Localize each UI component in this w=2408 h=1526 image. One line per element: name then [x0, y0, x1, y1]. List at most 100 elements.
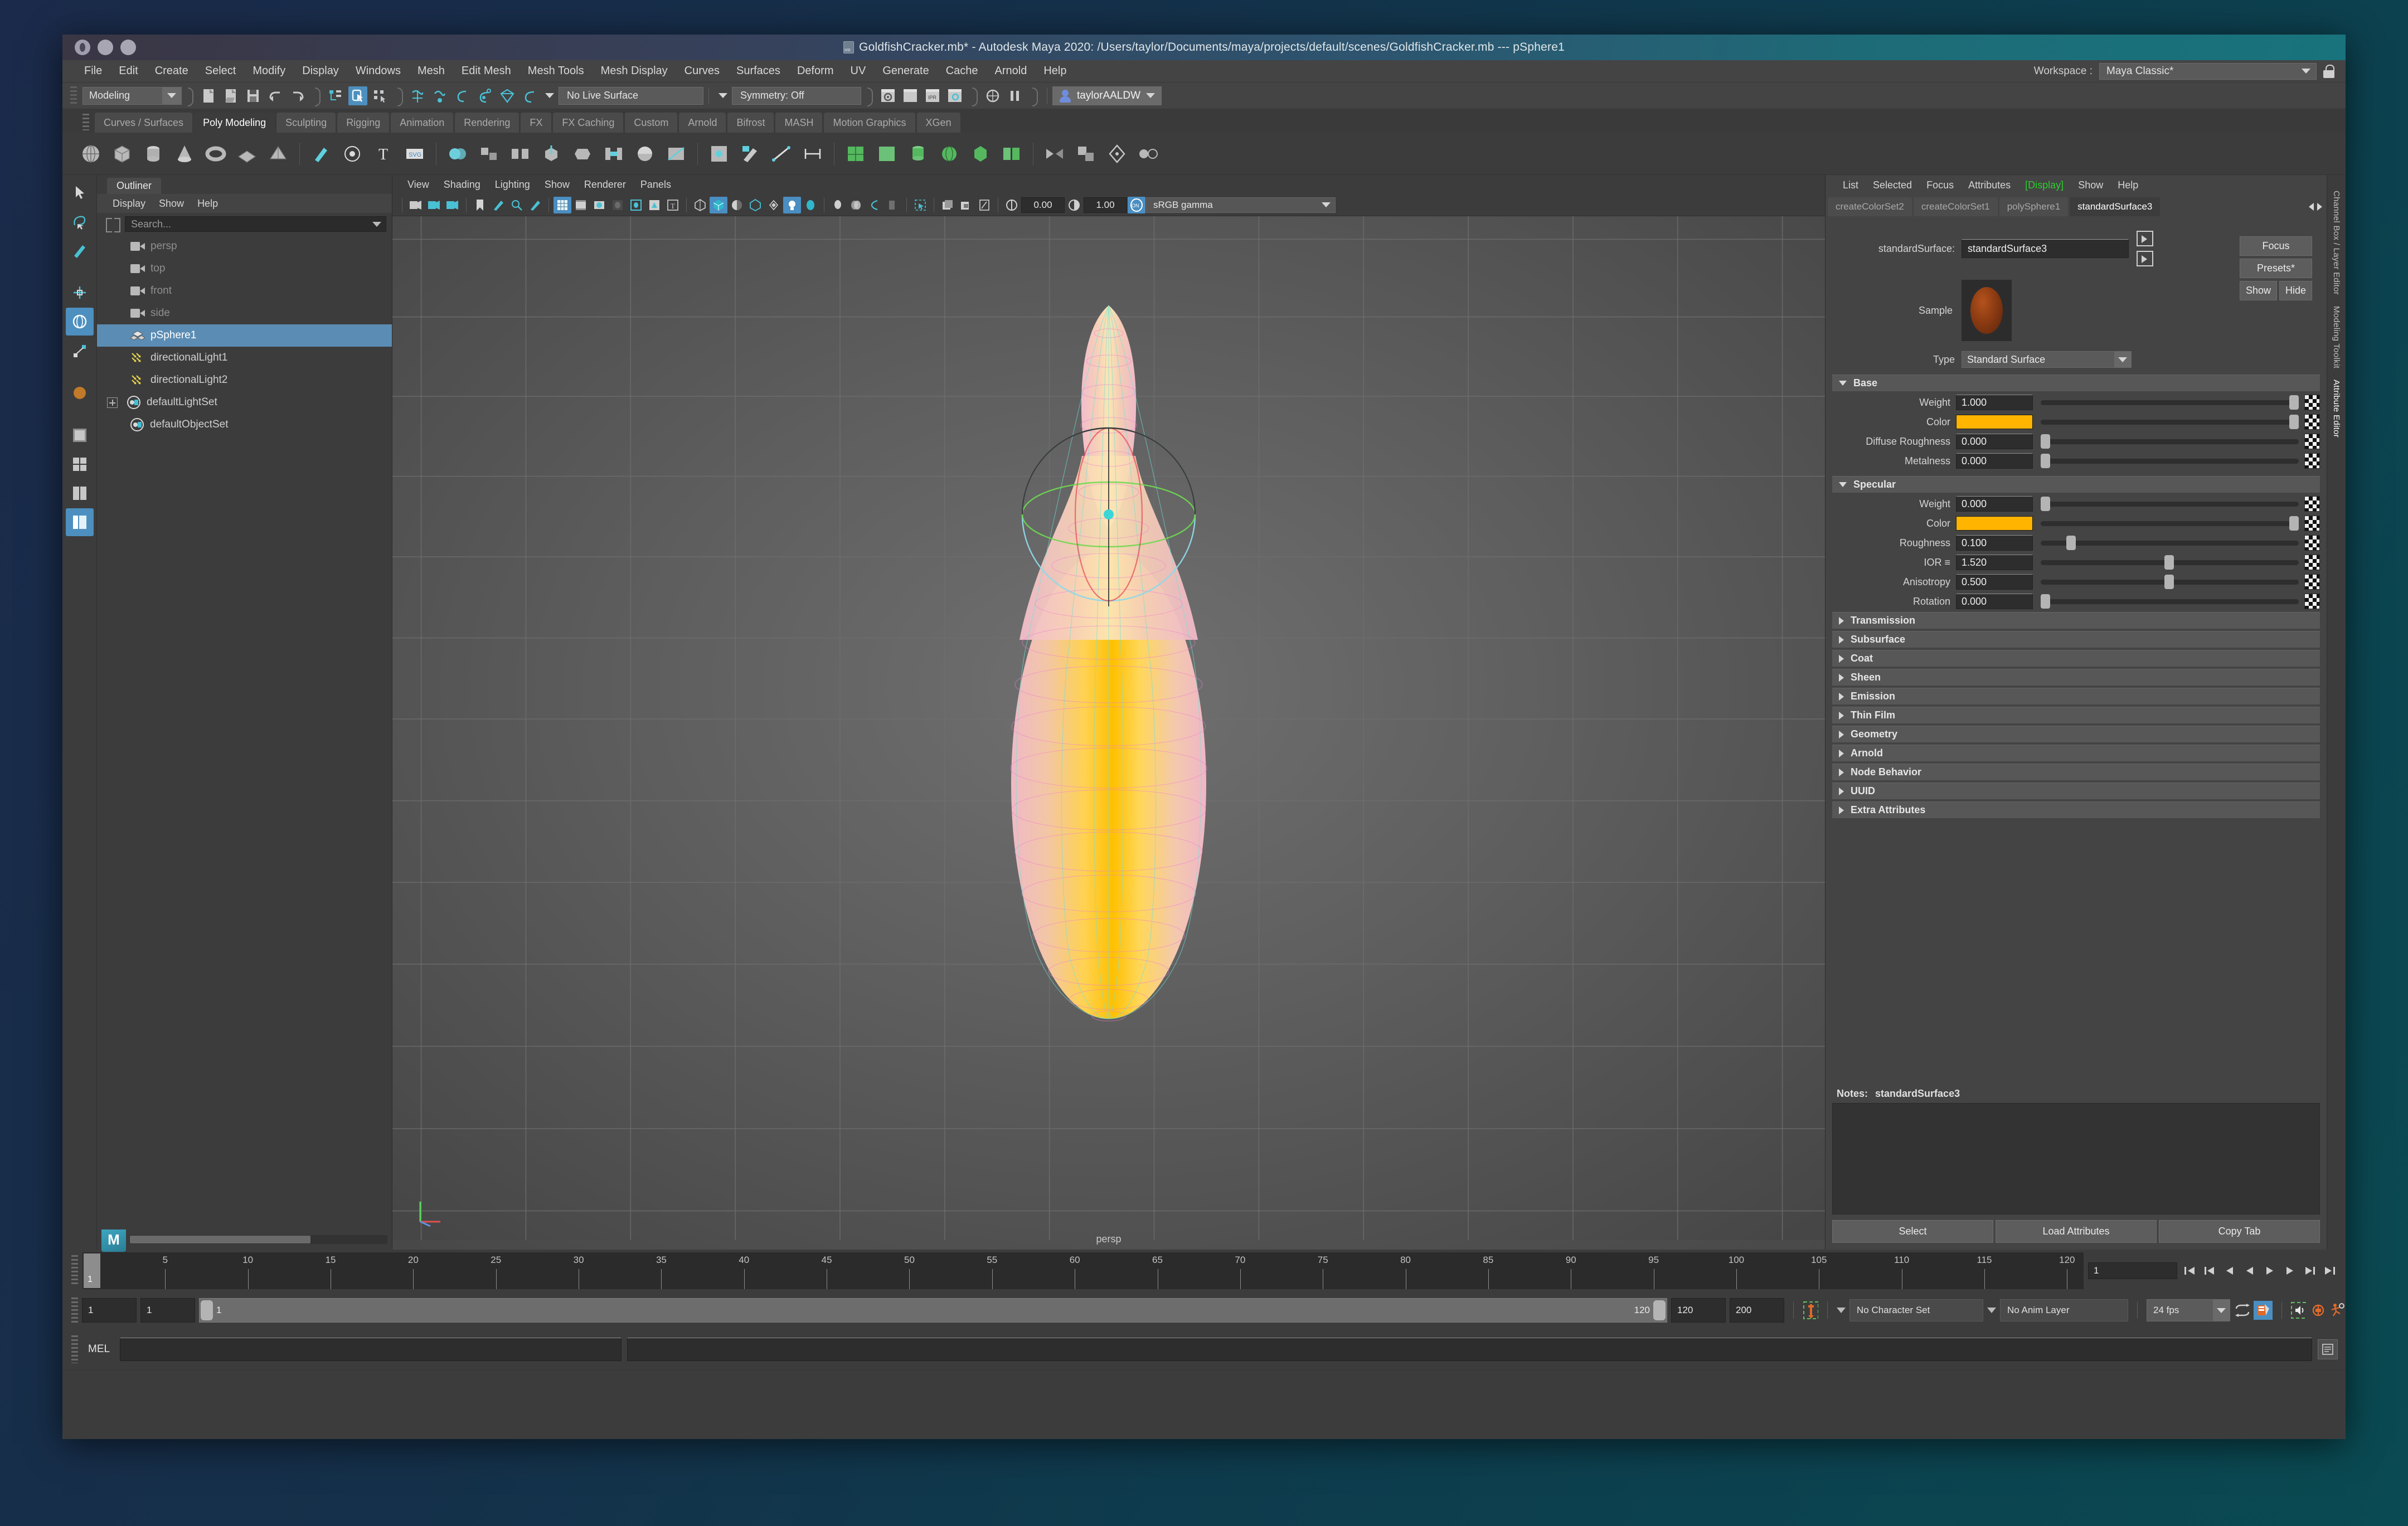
psphere1-mesh-object[interactable]	[953, 294, 1265, 1130]
select-button[interactable]: Select	[1832, 1220, 1993, 1243]
shelf-tab-custom[interactable]: Custom	[625, 113, 678, 133]
uv-editor-icon[interactable]	[842, 140, 870, 168]
focus-button[interactable]: Focus	[2239, 236, 2312, 256]
attr-slider[interactable]	[2041, 536, 2299, 550]
select-camera-icon[interactable]	[407, 197, 425, 213]
section-header-node-behavior[interactable]: Node Behavior	[1832, 764, 2320, 780]
sculpt-tool-icon[interactable]	[307, 140, 335, 168]
new-scene-button[interactable]	[199, 86, 218, 105]
attr-slider[interactable]	[2041, 434, 2299, 449]
lock-camera-icon[interactable]	[425, 197, 443, 213]
viewport-menu-lighting[interactable]: Lighting	[488, 178, 537, 192]
bookmark-icon[interactable]	[471, 197, 489, 213]
attr-slider[interactable]	[2041, 555, 2299, 570]
map-button[interactable]	[2304, 555, 2320, 570]
outliner-persp-layout-button[interactable]	[65, 508, 94, 536]
wireframe-shading-icon[interactable]	[691, 197, 709, 213]
color-swatch[interactable]	[1956, 415, 2033, 429]
live-surface-field[interactable]: No Live Surface	[559, 86, 703, 105]
shelf-tab-fx[interactable]: FX	[521, 113, 552, 133]
snap-to-grid-button[interactable]	[409, 86, 428, 105]
gamma-value[interactable]: 1.00	[1084, 197, 1127, 213]
chevron-right-icon[interactable]	[2317, 203, 2322, 211]
viewport-menu-view[interactable]: View	[400, 178, 436, 192]
gamma-icon[interactable]	[1065, 197, 1083, 213]
image-plane-icon[interactable]	[489, 197, 507, 213]
ae-menu-selected[interactable]: Selected	[1866, 178, 1919, 192]
multisample-aa-icon[interactable]	[866, 197, 883, 213]
shelf-tab-xgen[interactable]: XGen	[916, 113, 960, 133]
map-button[interactable]	[2304, 516, 2320, 531]
last-tool-button[interactable]	[66, 379, 94, 407]
outliner-item-side[interactable]: side	[97, 302, 392, 324]
time-slider-right-controls[interactable]: 1	[2088, 1262, 2346, 1279]
menu-display[interactable]: Display	[294, 63, 347, 79]
script-editor-button[interactable]	[2318, 1339, 2338, 1359]
use-all-lights-icon[interactable]	[783, 196, 801, 213]
vtab-channel-box[interactable]: Channel Box / Layer Editor	[2332, 185, 2341, 300]
camera-attributes-icon[interactable]	[444, 197, 462, 213]
ae-side-buttons[interactable]: Focus Presets* Show Hide	[2239, 236, 2312, 300]
menu-modify[interactable]: Modify	[244, 63, 294, 79]
distance-tool-icon[interactable]	[799, 140, 827, 168]
symmetry-field[interactable]: Symmetry: Off	[732, 86, 861, 105]
svg-import-icon[interactable]: SVG	[401, 140, 429, 168]
attr-slider[interactable]	[2041, 516, 2299, 531]
menu-file[interactable]: File	[76, 63, 110, 79]
grease-pencil-icon[interactable]	[526, 197, 544, 213]
map-button[interactable]	[2304, 594, 2320, 609]
command-output[interactable]	[627, 1338, 2312, 1361]
attr-slider[interactable]	[2041, 395, 2299, 410]
color-swatch[interactable]	[1956, 516, 2033, 531]
map-button[interactable]	[2304, 434, 2320, 449]
uv-spherical-icon[interactable]	[935, 140, 963, 168]
menu-mesh-display[interactable]: Mesh Display	[593, 63, 676, 79]
attr-slider[interactable]	[2041, 415, 2299, 429]
chevron-down-icon[interactable]	[372, 221, 381, 227]
character-set-dropdown-arrow[interactable]	[1837, 1308, 1846, 1313]
render-settings-button[interactable]	[945, 86, 964, 105]
extrude-icon[interactable]	[537, 140, 565, 168]
select-by-object-button[interactable]	[348, 86, 367, 105]
snap-to-view-planes-button[interactable]	[498, 86, 517, 105]
poly-pyramid-icon[interactable]	[264, 140, 292, 168]
node-nav-buttons[interactable]	[2137, 231, 2153, 266]
shelf-tab-bar[interactable]: Curves / Surfaces Poly Modeling Sculptin…	[62, 109, 2346, 133]
outliner-item-defaultlightset[interactable]: defaultLightSet	[97, 391, 392, 414]
shelf-tab-sculpting[interactable]: Sculpting	[276, 113, 336, 133]
poly-torus-icon[interactable]	[202, 140, 230, 168]
run-script-icon[interactable]	[2330, 1303, 2346, 1318]
select-tool-button[interactable]	[66, 178, 94, 206]
load-attributes-button[interactable]: Load Attributes	[1996, 1220, 2157, 1243]
duplicate-special-icon[interactable]	[1072, 140, 1100, 168]
scale-tool-button[interactable]	[66, 337, 94, 365]
undo-button[interactable]	[266, 86, 285, 105]
multicut-icon[interactable]	[662, 140, 690, 168]
vtab-attribute-editor[interactable]: Attribute Editor	[2332, 374, 2341, 443]
resolution-gate-icon[interactable]	[590, 197, 608, 213]
notes-textarea[interactable]	[1832, 1103, 2320, 1214]
ae-tab-polysphere1[interactable]: polySphere1	[1999, 197, 2069, 216]
chevron-down-icon[interactable]	[718, 93, 727, 98]
shelf-tab-curves-surfaces[interactable]: Curves / Surfaces	[95, 113, 193, 133]
viewport-menu-panels[interactable]: Panels	[633, 178, 678, 192]
target-weld-icon[interactable]	[705, 140, 733, 168]
menu-edit[interactable]: Edit	[110, 63, 146, 79]
outliner-item-psphere1[interactable]: pSphere1	[97, 324, 392, 347]
attr-value-input[interactable]: 0.000	[1956, 434, 2033, 449]
render-region-icon[interactable]	[957, 197, 975, 213]
select-by-hierarchy-button[interactable]	[326, 86, 345, 105]
shader-type-dropdown[interactable]: Standard Surface	[1962, 351, 2132, 368]
range-start-field[interactable]: 1	[140, 1298, 195, 1323]
expand-icon[interactable]	[107, 397, 118, 408]
viewport-menu-show[interactable]: Show	[537, 178, 577, 192]
exposure-value[interactable]: 0.00	[1021, 197, 1065, 213]
material-sample-swatch[interactable]	[1962, 280, 2012, 341]
chevron-left-icon[interactable]	[2309, 203, 2314, 211]
measure-tool-icon[interactable]	[768, 140, 795, 168]
safe-action-icon[interactable]	[645, 197, 663, 213]
ae-tab-createcolorset2[interactable]: createColorSet2	[1828, 197, 1912, 216]
presets-button[interactable]: Presets*	[2239, 259, 2312, 278]
text-overlay-icon[interactable]: T	[664, 197, 682, 213]
attr-value-input[interactable]: 0.100	[1956, 535, 2033, 551]
